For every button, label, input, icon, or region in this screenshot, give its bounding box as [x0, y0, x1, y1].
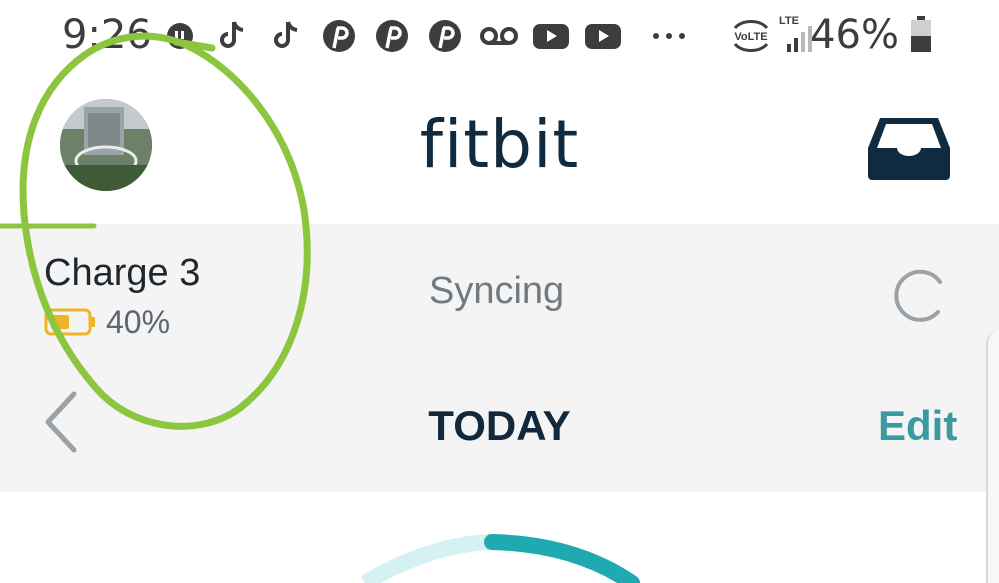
edit-button[interactable]: Edit [878, 402, 957, 450]
device-battery-percent: 40% [106, 304, 171, 340]
volte-icon: VoLTE [733, 20, 769, 52]
fitbit-logo: fitbit [419, 106, 580, 183]
device-name: Charge 3 [44, 252, 201, 294]
youtube-icon [585, 24, 621, 49]
dashboard-content [0, 492, 999, 583]
tiktok-icon [220, 21, 244, 48]
voicemail-icon [480, 27, 518, 45]
side-panel-edge [986, 330, 999, 583]
status-right: VoLTE LTE 46% [709, 0, 999, 72]
pinterest-icon [376, 20, 408, 52]
device-battery-icon [44, 308, 95, 336]
pinterest-icon [429, 20, 461, 52]
sync-spinner-icon [894, 269, 942, 322]
battery-percent: 46% [810, 12, 899, 58]
youtube-icon [533, 24, 569, 49]
status-bar: 9:26 VoLTE LTE 46% [0, 0, 999, 72]
app-notification-icon [167, 23, 193, 49]
pinterest-icon [323, 20, 355, 52]
sync-panel[interactable]: Charge 3 40% Syncing TODAY Edit [0, 224, 999, 492]
status-time: 9:26 [62, 12, 152, 58]
more-dots-icon [653, 33, 685, 39]
inbox-icon[interactable] [866, 116, 952, 180]
day-title: TODAY [428, 402, 571, 449]
sync-status: Syncing [429, 270, 565, 312]
app-header: fitbit [0, 72, 999, 224]
lte-label: LTE [779, 15, 799, 27]
battery-icon [911, 16, 931, 52]
volte-label: VoLTE [734, 31, 767, 43]
tiktok-icon [274, 21, 298, 48]
progress-ring[interactable] [0, 492, 999, 583]
